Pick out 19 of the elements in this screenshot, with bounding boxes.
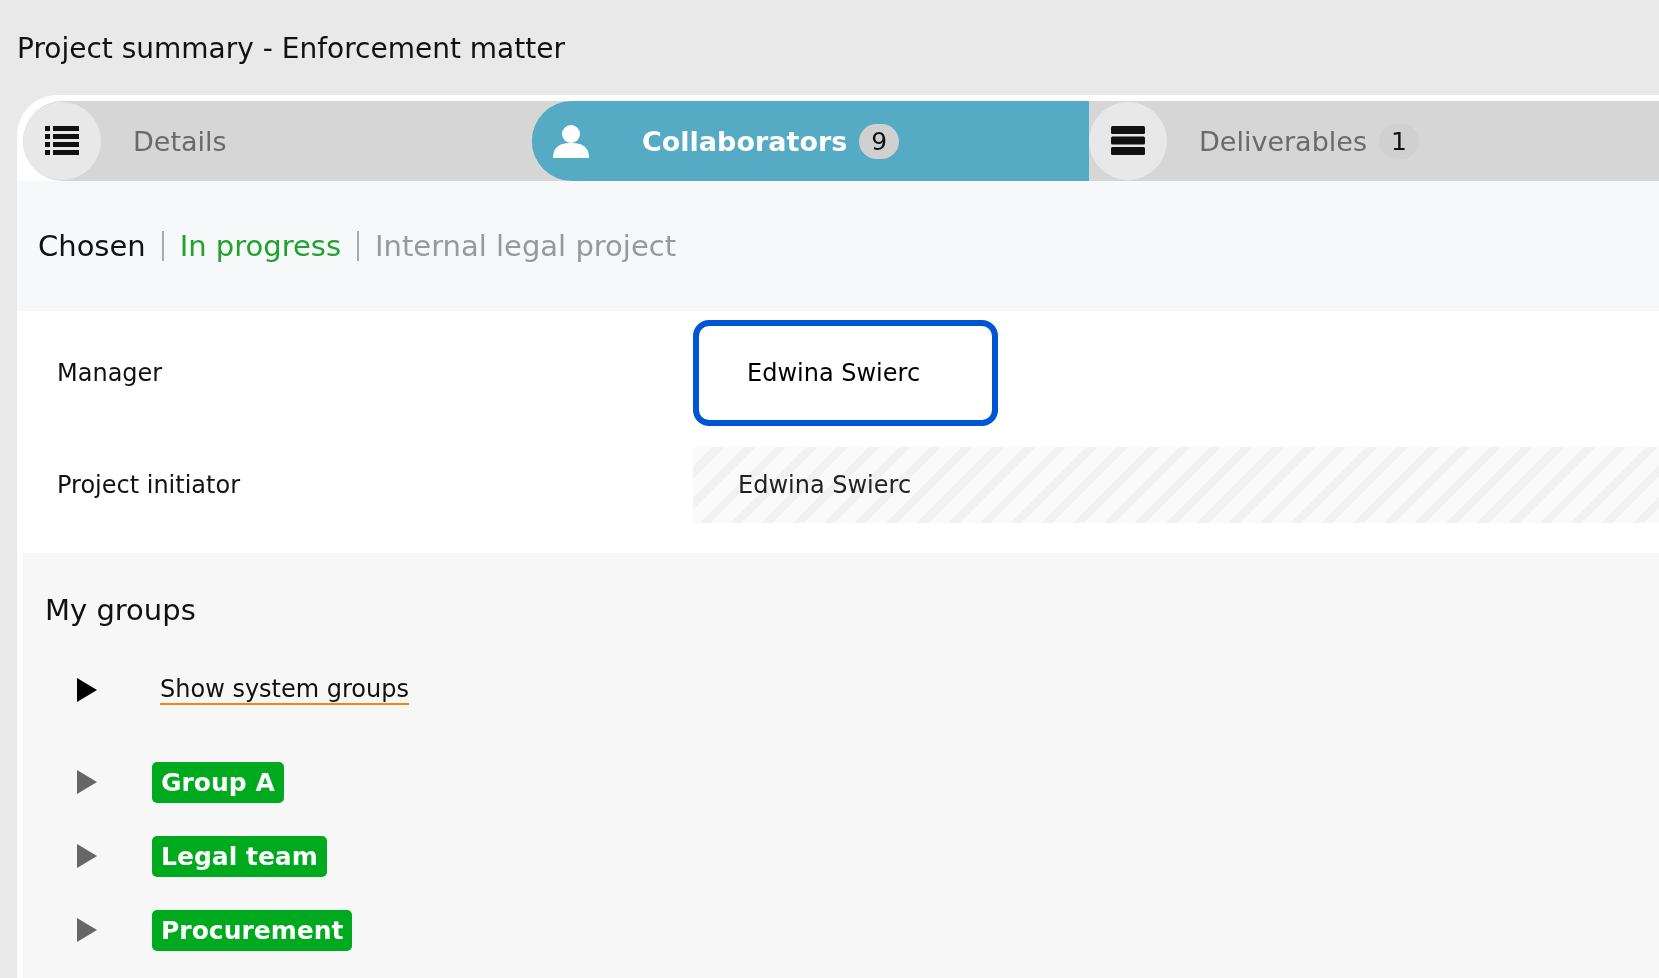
expand-triangle-icon[interactable] [77,678,97,702]
field-label: Manager [56,359,164,387]
list-icon [45,126,79,156]
section-title: My groups [45,593,197,627]
readonly-field: Edwina Swierc [693,447,1659,523]
show-system-groups-link[interactable]: Show system groups [160,675,409,705]
tab[interactable]: Collaborators 9 [532,101,1089,181]
tab[interactable]: Details [23,101,532,181]
tab[interactable]: Deliverables 1 [1089,101,1659,181]
count-badge: 9 [859,123,900,159]
count-badge: 1 [1378,123,1419,159]
status-text: Internal legal project [375,229,677,263]
person-icon [553,124,589,158]
page-title: Project summary - Enforcement matter [16,31,566,67]
server-icon [1111,126,1145,156]
status-text: Chosen [38,229,146,263]
status-text: In progress [179,229,342,263]
field-label: Project initiator [56,471,242,499]
input-field[interactable]: Edwina Swierc [693,320,998,426]
